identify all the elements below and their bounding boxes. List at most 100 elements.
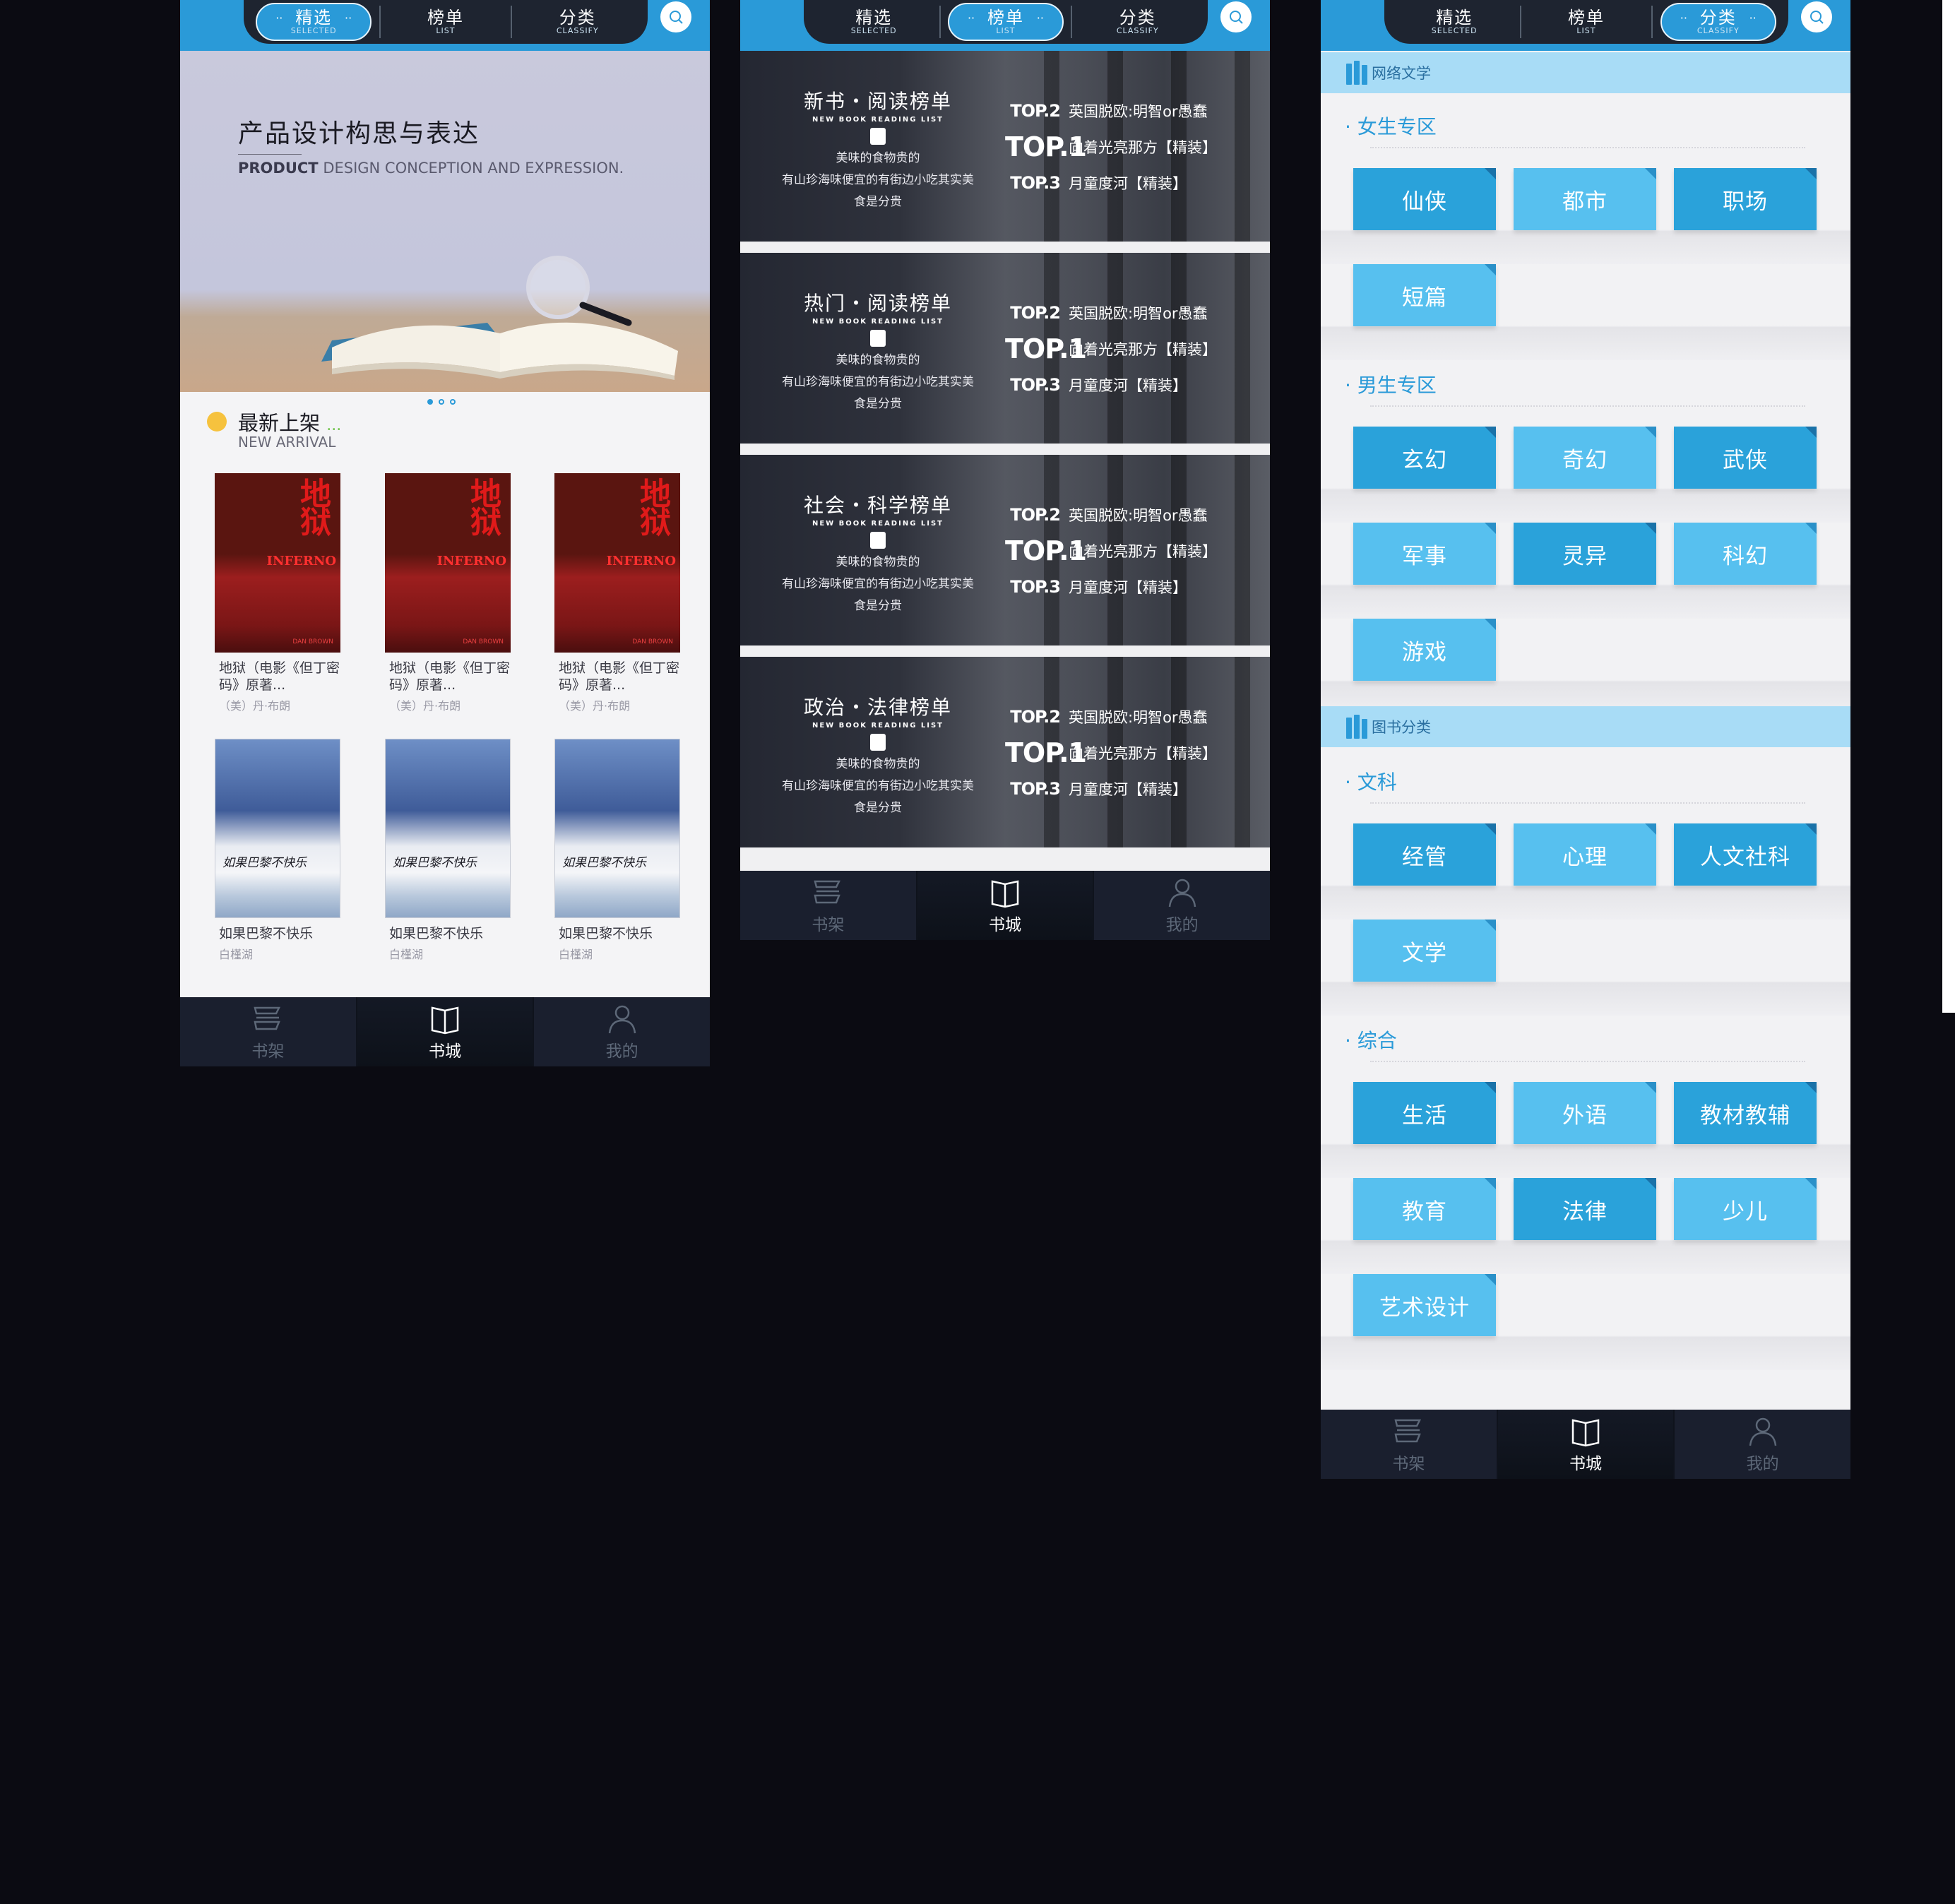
nav-divider bbox=[939, 6, 941, 38]
tabbar-store[interactable]: 书城 bbox=[917, 871, 1095, 940]
tabbar-mine[interactable]: 我的 bbox=[534, 997, 710, 1066]
rank-subtitle: NEW BOOK READING LIST bbox=[812, 318, 944, 326]
rank-row[interactable]: TOP.3 月童度河【精装】 bbox=[1005, 367, 1217, 403]
zone-title: · 综合 bbox=[1345, 1029, 1397, 1052]
rank-row[interactable]: TOP.3 月童度河【精装】 bbox=[1005, 165, 1217, 201]
banner-pagination[interactable] bbox=[427, 399, 456, 405]
rank-row[interactable]: TOP.2 英国脱欧:明智or愚蠢 bbox=[1005, 295, 1217, 331]
tabbar-mine[interactable]: 我的 bbox=[1094, 871, 1270, 940]
nav-divider bbox=[1519, 6, 1521, 38]
tab-selected[interactable]: 精选 SELECTED bbox=[1396, 1, 1512, 42]
category-chip[interactable]: 教材教辅 bbox=[1674, 1082, 1817, 1144]
tab-classify[interactable]: ·· ·· 分类 CLASSIFY bbox=[1660, 3, 1776, 41]
book-card[interactable]: 地狱 INFERNO DAN BROWN 地狱（电影《但丁密码》原著... （美）丹… bbox=[215, 473, 356, 713]
rank-card[interactable]: 社会・科学榜单 NEW BOOK READING LIST 美味的食物贵的 有山… bbox=[740, 455, 1270, 645]
tabbar-mine[interactable]: 我的 bbox=[1675, 1410, 1850, 1479]
book-card[interactable]: 如果巴黎不快乐 如果巴黎不快乐 白槿湖 bbox=[385, 739, 526, 962]
book-card[interactable]: 如果巴黎不快乐 如果巴黎不快乐 白槿湖 bbox=[554, 739, 696, 962]
rank-book-title: 向着光亮那方【精装】 bbox=[1069, 341, 1217, 358]
rank-card[interactable]: 政治・法律榜单 NEW BOOK READING LIST 美味的食物贵的 有山… bbox=[740, 657, 1270, 847]
tab-sublabel: LIST bbox=[436, 26, 456, 35]
category-chip[interactable]: 人文社科 bbox=[1674, 823, 1817, 886]
rank-row[interactable]: TOP.1 向着光亮那方【精装】 bbox=[1005, 129, 1217, 165]
rank-row[interactable]: TOP.2 英国脱欧:明智or愚蠢 bbox=[1005, 497, 1217, 532]
bottom-tabbar: 书架 书城 我的 bbox=[180, 997, 710, 1066]
rank-row[interactable]: TOP.3 月童度河【精装】 bbox=[1005, 771, 1217, 807]
category-chip[interactable]: 经管 bbox=[1353, 823, 1496, 886]
category-chip[interactable]: 外语 bbox=[1514, 1082, 1656, 1144]
book-card[interactable]: 如果巴黎不快乐 如果巴黎不快乐 白槿湖 bbox=[215, 739, 356, 962]
tabbar-shelf[interactable]: 书架 bbox=[180, 997, 357, 1066]
open-book-illustration bbox=[321, 256, 678, 380]
rank-card[interactable]: 热门・阅读榜单 NEW BOOK READING LIST 美味的食物贵的 有山… bbox=[740, 253, 1270, 444]
tabbar-shelf[interactable]: 书架 bbox=[740, 871, 917, 940]
rank-desc: 有山珍海味便宜的有街边小吃其实美 bbox=[782, 779, 974, 793]
category-chip[interactable]: 心理 bbox=[1514, 823, 1656, 886]
category-chip[interactable]: 少儿 bbox=[1674, 1178, 1817, 1240]
rank-book-title: 月童度河【精装】 bbox=[1069, 377, 1187, 394]
tab-label: 分类 bbox=[1119, 8, 1156, 28]
search-button[interactable] bbox=[660, 1, 691, 32]
section-title-text: 最新上架 bbox=[238, 411, 321, 435]
category-chip[interactable]: 玄幻 bbox=[1353, 427, 1496, 489]
rank-row[interactable]: TOP.1 向着光亮那方【精装】 bbox=[1005, 532, 1217, 569]
category-chip[interactable]: 仙侠 bbox=[1353, 168, 1496, 230]
rank-row[interactable]: TOP.2 英国脱欧:明智or愚蠢 bbox=[1005, 699, 1217, 734]
category-chip[interactable]: 军事 bbox=[1353, 523, 1496, 585]
tab-label: 分类 bbox=[559, 8, 596, 28]
page-dot[interactable] bbox=[427, 399, 433, 405]
page-dot[interactable] bbox=[450, 399, 456, 405]
rank-card[interactable]: 新书・阅读榜单 NEW BOOK READING LIST 美味的食物贵的 有山… bbox=[740, 51, 1270, 242]
rank-row[interactable]: TOP.2 英国脱欧:明智or愚蠢 bbox=[1005, 93, 1217, 129]
category-chip[interactable]: 奇幻 bbox=[1514, 427, 1656, 489]
category-chip[interactable]: 科幻 bbox=[1674, 523, 1817, 585]
rank-tag: TOP.3 bbox=[1010, 779, 1061, 799]
tab-list[interactable]: ·· ·· 榜单 LIST bbox=[947, 3, 1064, 41]
book-card[interactable]: 地狱 INFERNO DAN BROWN 地狱（电影《但丁密码》原著... （美）丹… bbox=[385, 473, 526, 713]
rank-desc: 美味的食物贵的 bbox=[836, 757, 920, 771]
rank-row[interactable]: TOP.1 向着光亮那方【精装】 bbox=[1005, 331, 1217, 367]
category-chip[interactable]: 生活 bbox=[1353, 1082, 1496, 1144]
rank-row[interactable]: TOP.1 向着光亮那方【精装】 bbox=[1005, 734, 1217, 771]
category-chip[interactable]: 武侠 bbox=[1674, 427, 1817, 489]
books-icon bbox=[1346, 715, 1367, 739]
category-chip[interactable]: 短篇 bbox=[1353, 264, 1496, 326]
category-chip[interactable]: 艺术设计 bbox=[1353, 1274, 1496, 1336]
category-chip[interactable]: 法律 bbox=[1514, 1178, 1656, 1240]
new-arrival-icon bbox=[207, 412, 227, 432]
rank-info: 热门・阅读榜单 NEW BOOK READING LIST 美味的食物贵的 有山… bbox=[761, 288, 994, 415]
tab-selected[interactable]: 精选 SELECTED bbox=[816, 1, 932, 42]
tab-classify[interactable]: 分类 CLASSIFY bbox=[520, 1, 636, 42]
tab-list[interactable]: 榜单 LIST bbox=[1528, 1, 1644, 42]
rank-row[interactable]: TOP.3 月童度河【精装】 bbox=[1005, 569, 1217, 605]
category-chip[interactable]: 教育 bbox=[1353, 1178, 1496, 1240]
rank-top-list: TOP.2 英国脱欧:明智or愚蠢 TOP.1 向着光亮那方【精装】 TOP.3 月童… bbox=[1005, 497, 1217, 605]
bookmark-icon bbox=[870, 734, 886, 751]
rank-tag: TOP.2 bbox=[1010, 707, 1061, 727]
rank-desc: 有山珍海味便宜的有街边小吃其实美 bbox=[782, 577, 974, 591]
book-author: 白槿湖 bbox=[219, 948, 254, 961]
book-card[interactable]: 地狱 INFERNO DAN BROWN 地狱（电影《但丁密码》原著... （美）丹… bbox=[554, 473, 696, 713]
user-icon bbox=[1168, 879, 1196, 908]
search-button[interactable] bbox=[1220, 1, 1252, 32]
top-nav: 精选 SELECTED 榜单 LIST ·· ·· 分类 CLASSIFY bbox=[1384, 0, 1788, 44]
page-dot[interactable] bbox=[439, 399, 444, 405]
book-author: （美）丹·布朗 bbox=[559, 699, 631, 713]
nav-divider bbox=[1071, 6, 1073, 38]
search-button[interactable] bbox=[1801, 1, 1832, 32]
category-chip[interactable]: 游戏 bbox=[1353, 619, 1496, 681]
tab-list[interactable]: 榜单 LIST bbox=[388, 1, 504, 42]
tabbar-store[interactable]: 书城 bbox=[1497, 1410, 1675, 1479]
category-chip[interactable]: 职场 bbox=[1674, 168, 1817, 230]
tabbar-store[interactable]: 书城 bbox=[357, 997, 535, 1066]
rank-desc: 食是分贵 bbox=[854, 599, 902, 613]
tab-classify[interactable]: 分类 CLASSIFY bbox=[1080, 1, 1196, 42]
rank-desc: 食是分贵 bbox=[854, 397, 902, 411]
category-chip[interactable]: 灵异 bbox=[1514, 523, 1656, 585]
tab-selected[interactable]: ·· ·· 精选 SELECTED bbox=[256, 3, 372, 41]
hero-banner[interactable]: 产品设计构思与表达 PRODUCT DESIGN CONCEPTION AND … bbox=[180, 51, 710, 392]
category-chip[interactable]: 文学 bbox=[1353, 920, 1496, 982]
cover-title: 如果巴黎不快乐 bbox=[393, 856, 477, 870]
category-chip[interactable]: 都市 bbox=[1514, 168, 1656, 230]
tabbar-shelf[interactable]: 书架 bbox=[1321, 1410, 1498, 1479]
